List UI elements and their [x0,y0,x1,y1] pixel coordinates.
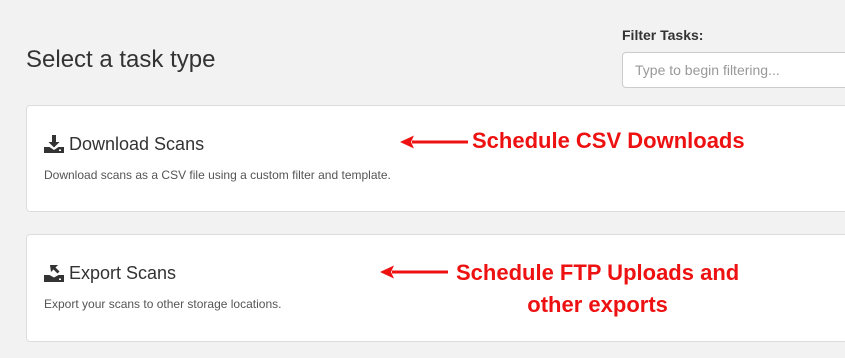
annotation-line: other exports [527,292,668,317]
task-card-heading: Export Scans [44,262,176,284]
annotation-line: Schedule FTP Uploads and [456,260,740,285]
annotation-text: Schedule FTP Uploads and other exports [456,257,739,321]
download-icon [44,135,64,153]
task-description: Export your scans to other storage locat… [44,297,282,311]
export-icon [44,264,64,282]
task-title: Download Scans [69,134,205,154]
filter-tasks-input[interactable] [622,52,845,88]
left-arrow-icon [380,265,448,279]
annotation-csv-downloads: Schedule CSV Downloads [400,125,745,157]
task-description: Download scans as a CSV file using a cus… [44,168,391,182]
page: Select a task type Filter Tasks: Downloa… [0,0,845,358]
task-card-download-scans[interactable]: Download Scans Download scans as a CSV f… [26,105,845,212]
annotation-ftp-uploads: Schedule FTP Uploads and other exports [380,257,739,321]
annotation-text: Schedule CSV Downloads [472,125,745,157]
filter-tasks-label: Filter Tasks: [622,27,704,43]
left-arrow-icon [400,135,468,149]
annotation-line: Schedule CSV Downloads [472,128,745,153]
page-title: Select a task type [26,46,216,73]
task-title: Export Scans [69,263,177,283]
task-card-heading: Download Scans [44,133,204,155]
